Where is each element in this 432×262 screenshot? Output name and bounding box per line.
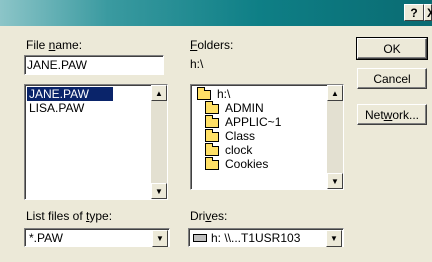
folder-icon: [205, 100, 219, 114]
file-list-scrollbar[interactable]: ▲ ▼: [151, 85, 167, 199]
file-name-label: File name:: [26, 38, 83, 52]
folder-icon: [205, 114, 219, 128]
file-name-value: JANE.PAW: [27, 58, 88, 72]
title-bar: [0, 0, 432, 26]
chevron-down-icon[interactable]: ▼: [326, 230, 342, 247]
folder-icon: [205, 128, 219, 142]
drives-select[interactable]: h: \\...T1USR103 ▼: [188, 228, 344, 247]
file-type-select[interactable]: *.PAW ▼: [24, 228, 170, 247]
list-item[interactable]: clock: [193, 142, 341, 157]
file-name-field[interactable]: JANE.PAW: [24, 55, 164, 75]
close-button[interactable]: X: [424, 4, 432, 21]
file-type-label: List files of type:: [26, 209, 113, 223]
list-item[interactable]: JANE.PAW: [27, 87, 113, 101]
drive-value: h: \\...T1USR103: [211, 230, 301, 245]
folder-icon: [205, 156, 219, 170]
list-item[interactable]: ADMIN: [193, 100, 341, 115]
help-button[interactable]: ?: [404, 4, 424, 21]
list-item[interactable]: Class: [193, 128, 341, 143]
scroll-up-arrow[interactable]: ▲: [327, 85, 343, 101]
list-item[interactable]: Cookies: [193, 156, 341, 171]
list-item[interactable]: APPLIC~1: [193, 114, 341, 129]
list-item[interactable]: h:\: [193, 86, 341, 101]
folder-list[interactable]: h:\ ADMIN APPLIC~1 Class clock Cookies ▲…: [190, 84, 344, 190]
cancel-button[interactable]: Cancel: [357, 68, 427, 89]
open-folder-icon: [197, 86, 211, 100]
network-drive-icon: [193, 233, 207, 242]
scroll-down-arrow[interactable]: ▼: [327, 173, 343, 189]
chevron-down-icon[interactable]: ▼: [152, 230, 168, 247]
current-path: h:\: [190, 57, 204, 71]
scroll-up-arrow[interactable]: ▲: [151, 85, 167, 101]
drives-label: Drives:: [190, 209, 228, 223]
scroll-down-arrow[interactable]: ▼: [151, 183, 167, 199]
ok-button[interactable]: OK: [356, 37, 428, 60]
network-button[interactable]: Net w ork...: [357, 104, 427, 125]
file-type-value: *.PAW: [29, 230, 64, 245]
folder-list-scrollbar[interactable]: ▲ ▼: [327, 85, 343, 189]
list-item[interactable]: LISA.PAW: [27, 101, 165, 115]
folder-icon: [205, 142, 219, 156]
folders-label: Folders:: [190, 38, 234, 52]
file-list[interactable]: JANE.PAW LISA.PAW ▲ ▼: [24, 84, 168, 200]
